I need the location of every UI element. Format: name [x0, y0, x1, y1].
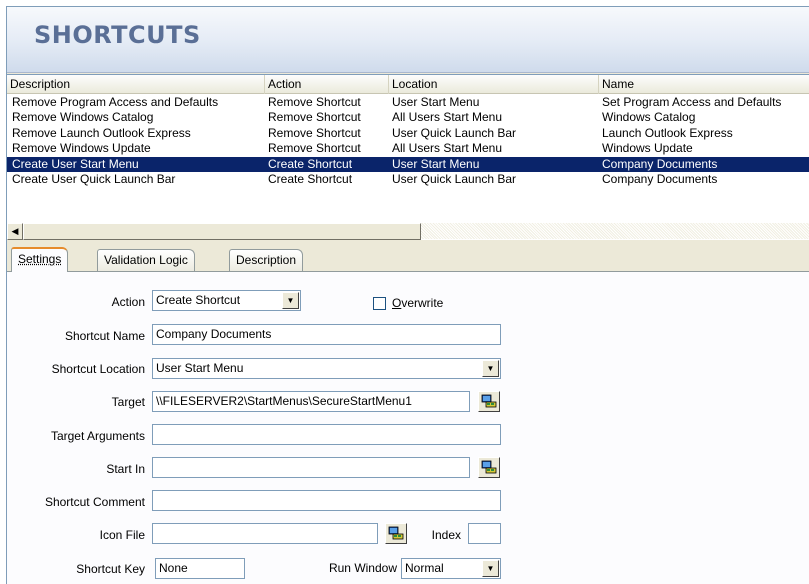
column-header-name[interactable]: Name [599, 75, 809, 94]
action-label: Action [111, 295, 145, 309]
list-body: Remove Program Access and Defaults Remov… [7, 95, 809, 187]
run-window-value: Normal [405, 561, 444, 575]
table-row[interactable]: Remove Launch Outlook Express Remove Sho… [7, 126, 809, 141]
shortcuts-list[interactable]: Description Action Location Name Remove … [7, 74, 809, 240]
start-in-field[interactable] [152, 457, 470, 478]
tab-validation-logic[interactable]: Validation Logic [97, 249, 195, 271]
cell-location: All Users Start Menu [392, 110, 503, 125]
cell-action: Remove Shortcut [268, 110, 361, 125]
tab-description[interactable]: Description [229, 249, 304, 271]
table-row[interactable]: Remove Program Access and Defaults Remov… [7, 95, 809, 110]
page-title: SHORTCUTS [34, 21, 201, 49]
tab-settings[interactable]: Settings [11, 247, 69, 272]
cell-name: Launch Outlook Express [602, 125, 733, 140]
start-in-browse-button[interactable] [478, 457, 500, 478]
tab-label: Settings [18, 252, 62, 266]
shortcut-key-field[interactable]: None [155, 558, 245, 579]
cell-action: Remove Shortcut [268, 125, 361, 140]
target-label: Target [111, 395, 145, 409]
settings-panel: Action Create Shortcut ▼ Overwrite Short… [7, 271, 809, 584]
cell-description: Remove Launch Outlook Express [12, 125, 191, 140]
start-in-label: Start In [106, 462, 145, 476]
cell-name: Set Program Access and Defaults [602, 95, 782, 109]
shortcut-location-select[interactable]: User Start Menu ▼ [152, 358, 501, 379]
cell-description: Remove Windows Update [12, 141, 151, 156]
overwrite-checkbox[interactable] [373, 297, 386, 310]
dropdown-arrow-icon[interactable]: ▼ [282, 292, 299, 309]
cell-description: Remove Program Access and Defaults [12, 95, 219, 109]
action-select[interactable]: Create Shortcut ▼ [152, 290, 301, 311]
cell-location: User Start Menu [392, 95, 480, 109]
table-row[interactable]: Create User Quick Launch Bar Create Shor… [7, 172, 809, 187]
column-header-description[interactable]: Description [7, 75, 265, 94]
browse-folder-icon [388, 526, 404, 540]
scroll-left-arrow-icon[interactable]: ◀ [7, 223, 23, 240]
browse-folder-icon [481, 394, 497, 408]
list-header: Description Action Location Name [7, 75, 809, 94]
table-row-selected[interactable]: Create User Start Menu Create Shortcut U… [7, 156, 809, 172]
run-window-label: Run Window [328, 561, 397, 575]
tab-label: Description [236, 253, 297, 267]
shortcut-location-value: User Start Menu [156, 361, 244, 375]
shortcuts-window: SHORTCUTS Description Action Location Na… [6, 6, 809, 584]
target-browse-button[interactable] [478, 391, 500, 412]
dropdown-arrow-icon[interactable]: ▼ [482, 360, 499, 377]
cell-name: Windows Catalog [602, 110, 696, 125]
cell-name: Company Documents [602, 156, 718, 171]
cell-location: User Quick Launch Bar [392, 171, 517, 186]
run-window-select[interactable]: Normal ▼ [401, 558, 501, 579]
cell-name: Windows Update [602, 141, 693, 156]
overwrite-label-rest: verwrite [401, 296, 444, 310]
cell-description: Create User Quick Launch Bar [12, 171, 176, 186]
dropdown-arrow-icon[interactable]: ▼ [482, 560, 499, 577]
cell-location: All Users Start Menu [392, 141, 503, 156]
shortcut-name-label: Shortcut Name [64, 329, 145, 343]
tab-label: Validation Logic [104, 253, 188, 267]
shortcut-location-label: Shortcut Location [51, 362, 145, 376]
shortcut-comment-field[interactable] [152, 490, 501, 511]
column-header-location[interactable]: Location [389, 75, 599, 94]
cell-location: User Quick Launch Bar [392, 125, 517, 140]
cell-action: Create Shortcut [268, 171, 353, 186]
table-row[interactable]: Remove Windows Update Remove Shortcut Al… [7, 141, 809, 156]
index-label: Index [431, 528, 461, 542]
icon-file-browse-button[interactable] [385, 523, 407, 544]
tab-strip: Settings Validation Logic Description [7, 244, 809, 272]
cell-location: User Start Menu [392, 156, 480, 171]
cell-action: Remove Shortcut [268, 141, 361, 156]
cell-action: Remove Shortcut [268, 95, 361, 109]
target-field[interactable]: \\FILESERVER2\StartMenus\SecureStartMenu… [152, 391, 470, 412]
icon-file-label: Icon File [99, 528, 145, 542]
overwrite-label[interactable]: Overwrite [392, 296, 443, 310]
horizontal-scrollbar[interactable]: ◀ [7, 222, 809, 240]
icon-file-field[interactable] [152, 523, 378, 544]
index-field[interactable] [468, 523, 501, 544]
target-arguments-field[interactable] [152, 424, 501, 445]
cell-description: Remove Windows Catalog [12, 110, 154, 125]
action-value: Create Shortcut [156, 293, 241, 307]
cell-description: Create User Start Menu [12, 156, 139, 171]
column-header-action[interactable]: Action [265, 75, 389, 94]
scrollbar-thumb[interactable] [23, 223, 421, 240]
shortcut-key-label: Shortcut Key [76, 562, 145, 576]
page-banner: SHORTCUTS [7, 7, 809, 73]
browse-folder-icon [481, 460, 497, 474]
shortcut-name-field[interactable]: Company Documents [152, 324, 501, 345]
table-row[interactable]: Remove Windows Catalog Remove Shortcut A… [7, 110, 809, 125]
cell-action: Create Shortcut [268, 156, 353, 171]
shortcut-comment-label: Shortcut Comment [44, 495, 145, 509]
cell-name: Company Documents [602, 171, 718, 186]
target-arguments-label: Target Arguments [50, 429, 145, 443]
